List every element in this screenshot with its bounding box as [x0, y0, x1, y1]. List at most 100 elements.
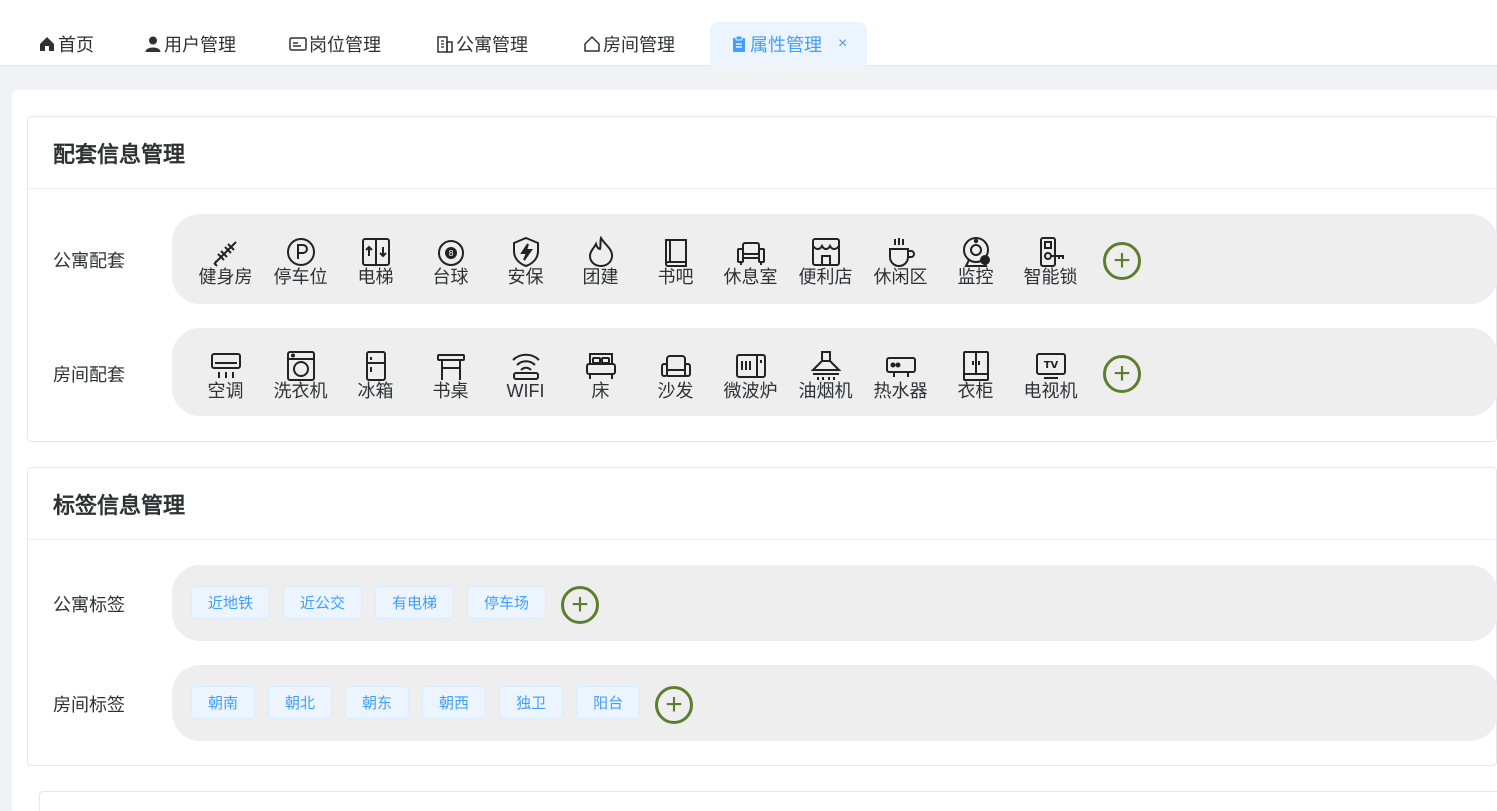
- air-conditioner-icon: [210, 353, 241, 378]
- building-icon: [437, 36, 453, 53]
- home-icon: [40, 37, 54, 51]
- wifi-icon: [511, 353, 540, 380]
- svg-text:8: 8: [448, 249, 453, 258]
- room-tag[interactable]: 朝北: [268, 686, 333, 719]
- tab-user-management[interactable]: 用户管理: [144, 22, 236, 66]
- next-card: [39, 791, 1497, 811]
- couch-icon: [660, 355, 691, 377]
- facility-item[interactable]: 微波炉: [713, 350, 788, 402]
- tab-position-management[interactable]: 岗位管理: [289, 22, 381, 66]
- apartment-tag[interactable]: 近地铁: [191, 586, 271, 619]
- room-tag[interactable]: 阳台: [576, 686, 641, 719]
- apartment-tag[interactable]: 近公交: [283, 586, 363, 619]
- facility-item[interactable]: 智能锁: [1013, 236, 1088, 288]
- washing-machine-icon: [286, 351, 315, 381]
- facility-item[interactable]: 洗衣机: [263, 350, 338, 402]
- tab-label: 首页: [58, 35, 94, 55]
- add-apartment-tag-button[interactable]: +: [561, 586, 599, 624]
- tab-label: 用户管理: [164, 35, 236, 55]
- apartment-facility-label: 公寓配套: [53, 251, 125, 271]
- apartment-tag-row: 公寓标签 近地铁 近公交 有电梯 停车场 +: [28, 565, 1497, 641]
- tv-icon: TV: [1035, 353, 1066, 379]
- room-tag-label: 房间标签: [53, 695, 125, 715]
- facility-item[interactable]: 健身房: [188, 236, 263, 288]
- facility-item[interactable]: 团建: [563, 236, 638, 288]
- shield-icon: [512, 236, 539, 268]
- apartment-tag[interactable]: 有电梯: [375, 586, 455, 619]
- water-heater-icon: [885, 357, 916, 377]
- facility-card: 配套信息管理 公寓配套 健身房 停车位 电梯 8 台球 安保 团建 书吧 休息室…: [27, 116, 1497, 442]
- apartment-facility-list: 健身房 停车位 电梯 8 台球 安保 团建 书吧 休息室 便利店 休闲区 监控 …: [172, 214, 1497, 304]
- tab-label: 公寓管理: [456, 35, 528, 55]
- facility-item[interactable]: 油烟机: [788, 350, 863, 402]
- room-tag[interactable]: 朝西: [422, 686, 487, 719]
- add-room-tag-button[interactable]: +: [655, 686, 693, 724]
- facility-item[interactable]: 休闲区: [863, 236, 938, 288]
- facility-item[interactable]: 电梯: [338, 236, 413, 288]
- microwave-icon: [735, 354, 766, 378]
- desk-icon: [436, 354, 465, 380]
- facility-item[interactable]: 书吧: [638, 236, 713, 288]
- coffee-icon: [888, 238, 915, 268]
- billiards-icon: 8: [437, 240, 464, 266]
- facility-title: 配套信息管理: [28, 117, 1496, 189]
- tab-apartment-management[interactable]: 公寓管理: [436, 22, 528, 66]
- range-hood-icon: [810, 351, 841, 380]
- tab-bar: 首页 用户管理 岗位管理 公寓管理 房间管理 属性管理 ×: [0, 0, 1497, 66]
- tab-label: 岗位管理: [309, 35, 381, 55]
- user-icon: [145, 36, 161, 52]
- id-card-icon: [289, 37, 307, 51]
- facility-item[interactable]: 停车位: [263, 236, 338, 288]
- sofa-icon: [736, 242, 765, 265]
- apartment-tag-label: 公寓标签: [53, 595, 125, 615]
- facility-item[interactable]: 衣柜: [938, 350, 1013, 402]
- add-room-facility-button[interactable]: +: [1103, 355, 1141, 393]
- tab-label: 属性管理: [750, 35, 822, 55]
- facility-item[interactable]: 安保: [488, 236, 563, 288]
- room-tag[interactable]: 独卫: [499, 686, 564, 719]
- bed-icon: [585, 353, 616, 379]
- room-facility-list: 空调 洗衣机 冰箱 书桌 WIFI 床 沙发 微波炉 油烟机 热水器 衣柜 TV…: [172, 328, 1497, 416]
- dumbbell-icon: [212, 241, 237, 267]
- facility-item[interactable]: 便利店: [788, 236, 863, 288]
- room-facility-row: 房间配套 空调 洗衣机 冰箱 书桌 WIFI 床 沙发 微波炉 油烟机 热水器 …: [28, 328, 1497, 416]
- room-tag[interactable]: 朝东: [345, 686, 410, 719]
- tab-room-management[interactable]: 房间管理: [583, 22, 675, 66]
- facility-item[interactable]: WIFI: [488, 350, 563, 402]
- room-tag-row: 房间标签 朝南 朝北 朝东 朝西 独卫 阳台 +: [28, 665, 1497, 741]
- fridge-icon: [365, 351, 386, 381]
- facility-item[interactable]: 热水器: [863, 350, 938, 402]
- house-icon: [584, 36, 600, 52]
- camera-icon: [962, 237, 990, 267]
- tag-card: 标签信息管理 公寓标签 近地铁 近公交 有电梯 停车场 + 房间标签 朝南 朝北…: [27, 467, 1497, 766]
- facility-item[interactable]: 冰箱: [338, 350, 413, 402]
- facility-item[interactable]: 床: [563, 350, 638, 402]
- facility-item[interactable]: 沙发: [638, 350, 713, 402]
- book-icon: [664, 239, 687, 267]
- tab-home[interactable]: 首页: [38, 22, 94, 66]
- wardrobe-icon: [962, 351, 989, 381]
- add-apartment-facility-button[interactable]: +: [1103, 242, 1141, 280]
- apartment-facility-row: 公寓配套 健身房 停车位 电梯 8 台球 安保 团建 书吧 休息室 便利店 休闲…: [28, 214, 1497, 304]
- tab-attribute-management[interactable]: 属性管理 ×: [710, 22, 868, 66]
- facility-item[interactable]: 监控: [938, 236, 1013, 288]
- fire-icon: [588, 236, 613, 268]
- tag-title: 标签信息管理: [28, 468, 1496, 540]
- facility-item[interactable]: 空调: [188, 350, 263, 402]
- smart-lock-icon: [1039, 237, 1064, 267]
- store-icon: [811, 238, 840, 266]
- room-facility-label: 房间配套: [53, 365, 125, 385]
- clipboard-icon: [733, 35, 745, 52]
- tab-label: 房间管理: [603, 35, 675, 55]
- facility-item[interactable]: 休息室: [713, 236, 788, 288]
- svg-text:TV: TV: [1043, 360, 1058, 371]
- apartment-tag-list: 近地铁 近公交 有电梯 停车场 +: [172, 565, 1497, 641]
- facility-item[interactable]: 8 台球: [413, 236, 488, 288]
- apartment-tag[interactable]: 停车场: [467, 586, 547, 619]
- facility-item[interactable]: TV 电视机: [1013, 350, 1088, 402]
- close-icon[interactable]: ×: [838, 35, 847, 53]
- room-tag[interactable]: 朝南: [191, 686, 256, 719]
- elevator-icon: [361, 238, 390, 266]
- facility-item[interactable]: 书桌: [413, 350, 488, 402]
- parking-icon: [286, 238, 315, 266]
